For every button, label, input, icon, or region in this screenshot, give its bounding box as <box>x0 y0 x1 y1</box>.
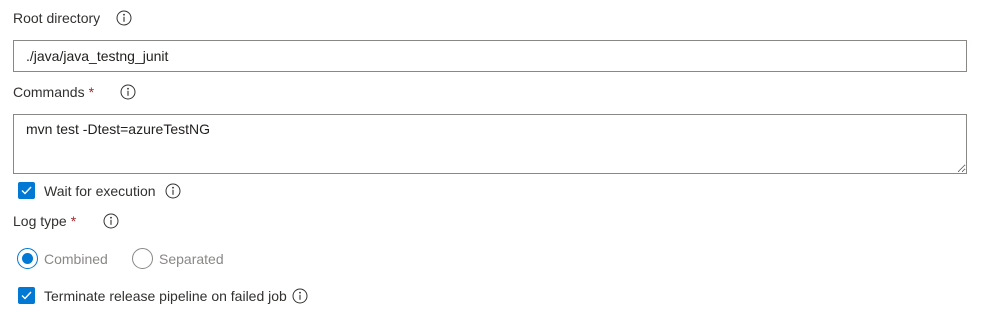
terminate-on-failure-info-icon[interactable] <box>292 288 308 304</box>
checkmark-icon <box>21 291 32 300</box>
root-directory-label: Root directory <box>13 10 101 26</box>
terminate-on-failure-label[interactable]: Terminate release pipeline on failed job <box>44 287 287 305</box>
commands-label: Commands <box>13 84 85 100</box>
log-type-label-group: Log type * <box>13 212 76 230</box>
terminate-on-failure-checkbox[interactable] <box>18 287 35 304</box>
commands-textarea[interactable]: mvn test -Dtest=azureTestNG <box>13 114 967 174</box>
wait-for-execution-label[interactable]: Wait for execution <box>44 182 156 200</box>
log-type-combined-label[interactable]: Combined <box>44 250 108 268</box>
log-type-separated-label[interactable]: Separated <box>159 250 224 268</box>
log-type-required-marker: * <box>70 213 77 229</box>
root-directory-info-icon[interactable] <box>116 10 132 26</box>
log-type-label: Log type <box>13 213 67 229</box>
root-directory-input[interactable] <box>13 40 967 72</box>
wait-for-execution-info-icon[interactable] <box>165 183 181 199</box>
log-type-combined-radio[interactable] <box>17 248 38 269</box>
wait-for-execution-checkbox[interactable] <box>18 182 35 199</box>
commands-info-icon[interactable] <box>120 84 136 100</box>
log-type-info-icon[interactable] <box>103 213 119 229</box>
commands-required-marker: * <box>88 84 95 100</box>
checkmark-icon <box>21 186 32 195</box>
commands-label-group: Commands * <box>13 83 94 101</box>
log-type-separated-radio[interactable] <box>132 248 153 269</box>
